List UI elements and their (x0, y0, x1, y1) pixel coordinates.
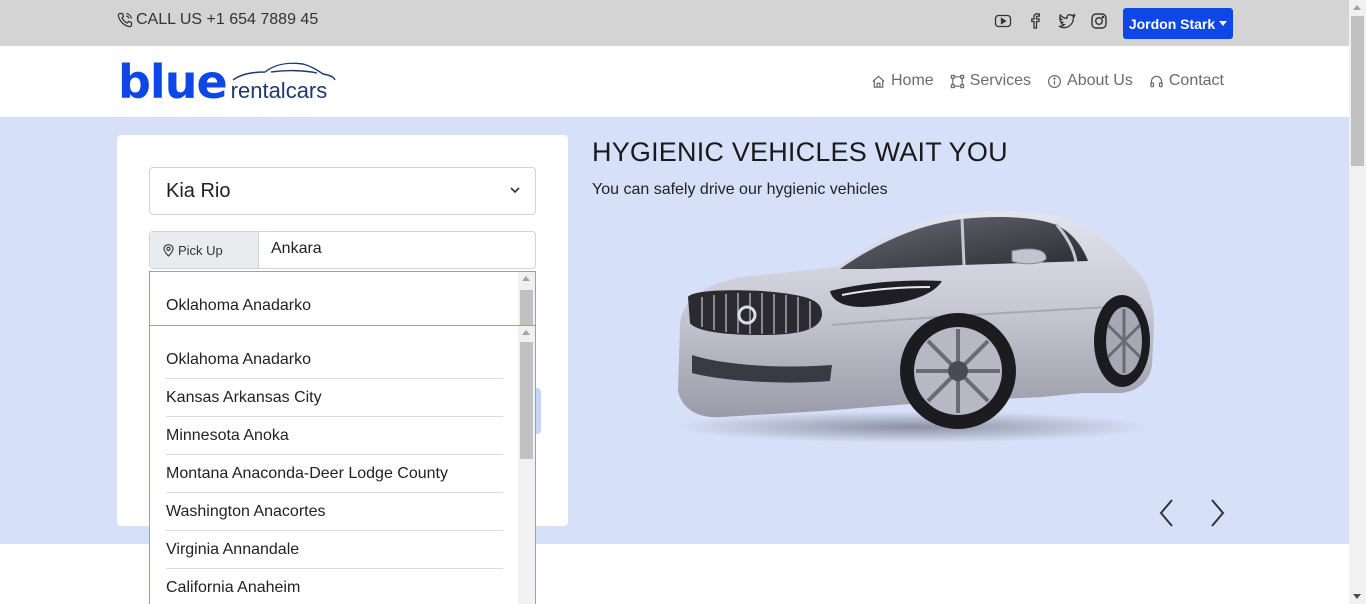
options-scrollbar[interactable] (518, 326, 535, 604)
logo-sub-text: rentalcars (231, 62, 336, 104)
user-menu-button[interactable]: Jordon Stark (1123, 8, 1233, 39)
scroll-down-icon[interactable] (1353, 594, 1361, 599)
select-scrollbar[interactable] (518, 272, 535, 327)
user-name: Jordon Stark (1128, 15, 1216, 32)
call-us-text: CALL US +1 654 7889 45 (136, 11, 319, 28)
location-select[interactable]: Oklahoma Anadarko (149, 271, 536, 327)
scroll-up-icon[interactable] (522, 330, 530, 335)
car-image (672, 211, 1154, 443)
location-option[interactable]: Minnesota Anoka (166, 417, 503, 455)
location-option[interactable]: Oklahoma Anadarko (166, 341, 503, 379)
location-option[interactable]: Washington Anacortes (166, 493, 503, 531)
car-outline-icon (232, 62, 336, 81)
location-option[interactable]: Montana Anaconda-Deer Lodge County (166, 455, 503, 493)
caret-down-icon (1219, 21, 1228, 26)
page-scrollbar[interactable] (1349, 0, 1366, 604)
info-icon (1048, 74, 1062, 88)
twitter-icon[interactable] (1058, 12, 1076, 30)
main-nav: Home Services About Us Contact (871, 72, 1224, 90)
pickup-group: Pick Up Ankara (149, 231, 536, 269)
scroll-up-icon[interactable] (1353, 5, 1361, 10)
pickup-input[interactable]: Ankara (259, 232, 334, 268)
nav-home-label: Home (891, 72, 934, 89)
scroll-up-icon[interactable] (522, 276, 530, 281)
hero-title: HYGIENIC VEHICLES WAIT YOU (592, 137, 1008, 167)
car-select-value: Kia Rio (166, 180, 231, 202)
call-us: CALL US +1 654 7889 45 (117, 11, 318, 29)
headset-icon (1150, 75, 1163, 87)
location-options-list: Oklahoma Anadarko Kansas Arkansas City Min… (149, 325, 536, 604)
location-select-value: Oklahoma Anadarko (166, 297, 311, 314)
nav-about[interactable]: About Us (1047, 72, 1133, 90)
phone-icon (117, 12, 133, 28)
nav-services[interactable]: Services (950, 72, 1031, 90)
services-icon (950, 74, 964, 88)
nav-home[interactable]: Home (871, 72, 934, 90)
logo[interactable]: blue rentalcars (118, 55, 336, 109)
facebook-icon[interactable] (1026, 12, 1044, 30)
site-header: blue rentalcars Home Services About Us C… (0, 46, 1349, 117)
location-option[interactable]: Kansas Arkansas City (166, 379, 503, 417)
nav-contact[interactable]: Contact (1149, 72, 1224, 90)
pickup-label: Pick Up (150, 232, 259, 268)
scroll-thumb[interactable] (520, 342, 533, 459)
carousel-prev-icon[interactable] (1156, 498, 1178, 528)
map-pin-icon (163, 243, 174, 257)
location-option[interactable]: California Anaheim (166, 569, 503, 604)
car-select[interactable]: Kia Rio (149, 167, 536, 215)
top-bar: CALL US +1 654 7889 45 Jordon Stark (0, 0, 1349, 46)
logo-main-text: blue (118, 55, 228, 109)
instagram-icon[interactable] (1090, 12, 1108, 30)
nav-contact-label: Contact (1168, 72, 1224, 89)
carousel-next-icon[interactable] (1206, 498, 1228, 528)
youtube-icon[interactable] (994, 12, 1012, 30)
page-scroll-thumb[interactable] (1351, 16, 1364, 166)
social-links (994, 12, 1108, 30)
location-option[interactable]: Virginia Annandale (166, 531, 503, 569)
hero-subtitle: You can safely drive our hygienic vehicl… (592, 181, 888, 198)
scroll-thumb[interactable] (520, 290, 533, 327)
chevron-down-icon (510, 187, 520, 194)
nav-services-label: Services (969, 72, 1032, 89)
home-icon (872, 75, 885, 88)
nav-about-label: About Us (1067, 72, 1133, 89)
